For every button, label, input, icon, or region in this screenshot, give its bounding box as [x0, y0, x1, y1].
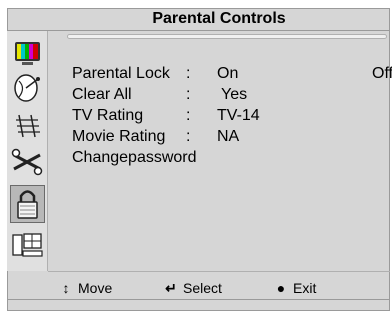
menu-row-label: Clear All [72, 86, 132, 103]
tools-icon[interactable] [10, 145, 45, 177]
satellite-dish-icon[interactable] [10, 73, 45, 105]
key-hints-bar: ↕ Move ↵ Select ● Exit [48, 271, 390, 299]
menu-row-label: TV Rating [72, 107, 144, 124]
hint-select: ↵ Select [163, 279, 222, 297]
option-off[interactable]: Off [372, 64, 392, 84]
hint-select-label: Select [183, 280, 222, 296]
sidebar [7, 31, 48, 271]
hint-move-label: Move [78, 280, 113, 296]
menu-row-colon: : [186, 86, 191, 103]
hint-exit-label: Exit [293, 280, 317, 296]
option-on[interactable]: On [217, 64, 238, 84]
footer-divider [7, 299, 390, 300]
menu-panel: Parental Lock : On Off Clear All : Yes T… [48, 40, 392, 270]
scroll-indicator [67, 34, 387, 39]
antenna-icon[interactable] [10, 109, 45, 141]
tv-color-bars-icon[interactable] [10, 37, 45, 69]
page-title: Parental Controls [152, 10, 286, 27]
hint-exit: ● Exit [273, 279, 317, 297]
menu-row-colon: : [186, 65, 191, 82]
computer-setup-icon[interactable] [10, 229, 45, 261]
title-divider [7, 30, 390, 31]
enter-arrow-icon: ↵ [165, 280, 177, 296]
menu-row-label: Parental Lock [72, 65, 170, 82]
menu-row-colon: : [186, 107, 191, 124]
menu-row-label: Movie Rating [72, 128, 166, 145]
hint-move: ↕ Move [58, 279, 113, 297]
menu-row-value[interactable]: Yes [221, 85, 247, 105]
menu-row-label: Changepassword [72, 149, 197, 166]
exit-dot-icon: ● [276, 280, 286, 296]
up-down-arrow-icon: ↕ [62, 280, 70, 296]
padlock-icon[interactable] [10, 185, 45, 223]
menu-row-value[interactable]: NA [217, 127, 239, 147]
menu-row-colon: : [186, 128, 191, 145]
menu-row-value[interactable]: TV-14 [217, 106, 260, 126]
